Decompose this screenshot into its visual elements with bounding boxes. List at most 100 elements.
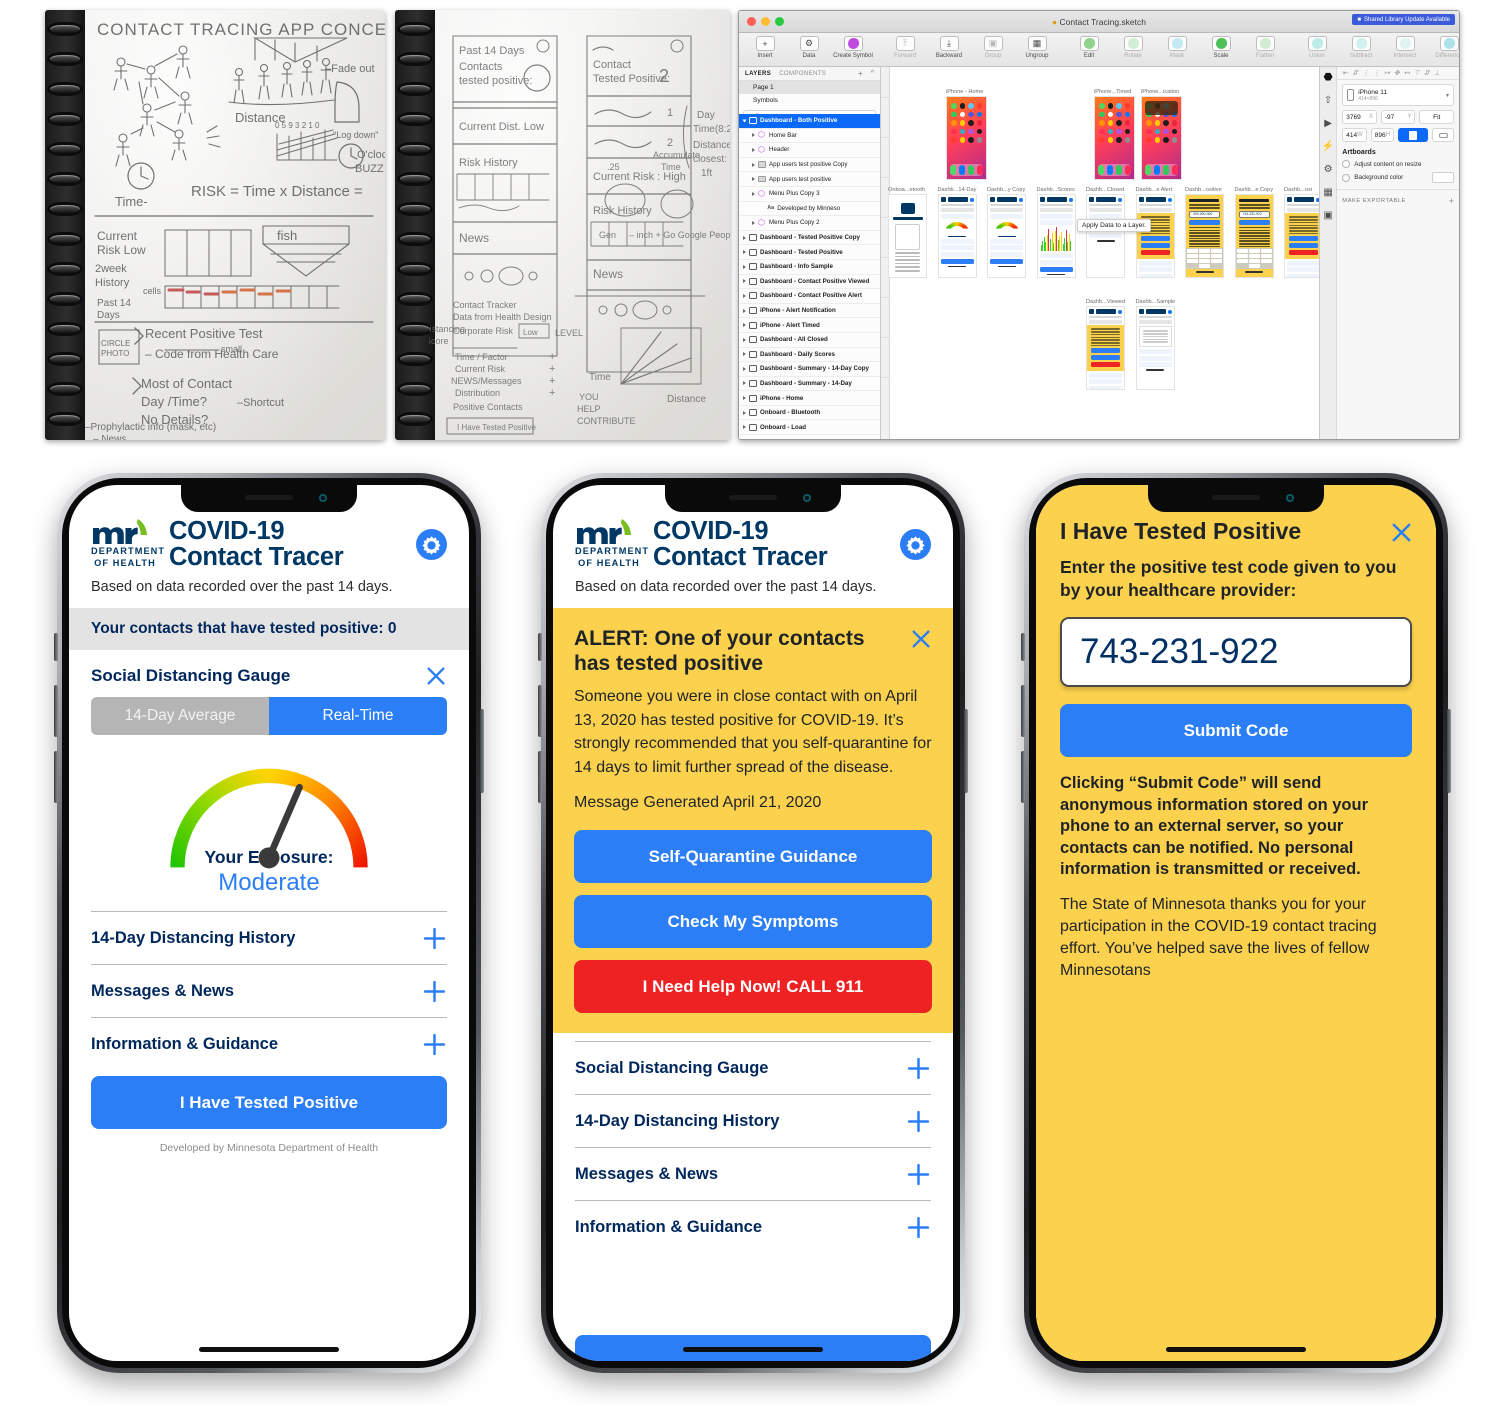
layer-row[interactable]: Onboard - Bluetooth xyxy=(739,406,880,421)
toolbar-button-rotate[interactable]: Rotate xyxy=(1111,35,1155,59)
page-item-page-1[interactable]: Page 1 xyxy=(739,81,880,94)
plus-icon[interactable] xyxy=(422,926,447,951)
disclosure-triangle[interactable] xyxy=(742,119,747,123)
disclosure-triangle[interactable] xyxy=(743,410,746,415)
prototype-icon[interactable]: ⚡ xyxy=(1322,140,1334,152)
accordion-row[interactable]: Information & Guidance xyxy=(575,1200,931,1253)
components-icon[interactable]: ⬣ xyxy=(1322,71,1334,83)
chevron-down-icon[interactable]: ▾ xyxy=(1446,92,1449,99)
artboard-label[interactable]: Dashb...Viewed xyxy=(1086,299,1125,305)
settings-icon[interactable]: ⚙ xyxy=(1322,163,1334,175)
artboard-label[interactable]: iPhone...ication xyxy=(1141,89,1182,95)
play-icon[interactable]: ▶ xyxy=(1322,117,1334,129)
mute-switch[interactable] xyxy=(538,633,542,661)
disclosure-triangle[interactable] xyxy=(743,279,746,284)
flip-icon[interactable]: ⇵ xyxy=(1424,69,1430,77)
artboard-closed[interactable] xyxy=(1086,194,1125,278)
disclosure-triangle[interactable] xyxy=(743,293,746,298)
height-field[interactable]: 896 H xyxy=(1370,128,1394,142)
test-code-input[interactable]: 743-231-922 xyxy=(1060,617,1412,687)
disclosure-triangle[interactable] xyxy=(752,177,755,182)
orientation-portrait-toggle[interactable] xyxy=(1398,128,1428,142)
home-indicator[interactable] xyxy=(683,1347,823,1352)
accordion-list[interactable]: 14-Day Distancing History Messages & News… xyxy=(91,911,447,1070)
toolbar-button-intersect[interactable]: Intersect xyxy=(1383,35,1427,59)
layers-panel[interactable]: LAYERS COMPONENTS + ^ Page 1 Symbols ⚲ S… xyxy=(739,67,881,439)
layers-panel-tabs[interactable]: LAYERS COMPONENTS + ^ xyxy=(739,67,880,81)
toolbar-button-difference[interactable]: Difference xyxy=(1427,35,1459,59)
artboard-both-positive[interactable] xyxy=(1284,194,1319,278)
segment-14-day-average[interactable]: 14-Day Average xyxy=(91,697,269,735)
toolbar-button-create-symbol[interactable]: Create Symbol xyxy=(831,35,875,59)
artboard-sample[interactable] xyxy=(1135,306,1175,390)
gauge-mode-segmented-control[interactable]: 14-Day Average Real-Time xyxy=(91,697,447,735)
volume-down-button[interactable] xyxy=(538,751,542,803)
toolbar-button-subtract[interactable]: Subtract xyxy=(1339,35,1383,59)
i-have-tested-positive-button[interactable]: I Have Tested Positive xyxy=(91,1076,447,1129)
layer-row[interactable]: Dashboard - Contact Positive Alert xyxy=(739,289,880,304)
layer-row[interactable]: ⬡ Menu Plus Copy 3 xyxy=(739,187,880,202)
volume-down-button[interactable] xyxy=(1021,751,1025,803)
close-icon[interactable] xyxy=(1390,521,1412,543)
mute-switch[interactable] xyxy=(1021,633,1025,661)
order-icon[interactable]: ⊥ xyxy=(1434,69,1440,77)
artboard-label[interactable]: Dashb...ositive xyxy=(1185,187,1224,193)
toolbar-button-insert[interactable]: + Insert xyxy=(743,35,787,59)
disclosure-triangle[interactable] xyxy=(752,220,755,225)
artboard-label[interactable]: Dashb...Sample xyxy=(1136,299,1176,305)
layer-row[interactable]: Dashboard - All Closed xyxy=(739,333,880,348)
accordion-row[interactable]: 14-Day Distancing History xyxy=(91,911,447,964)
symbols-icon[interactable]: ▦ xyxy=(1322,186,1334,198)
layer-row[interactable]: ⬡ Home Bar xyxy=(739,129,880,144)
align-left-icon[interactable]: ⇤ xyxy=(1342,69,1348,77)
artboard-ios-home[interactable] xyxy=(946,96,987,180)
plus-icon[interactable] xyxy=(906,1162,931,1187)
disclosure-triangle[interactable] xyxy=(743,264,746,269)
artboard-label[interactable]: Onboa...etooth xyxy=(888,187,927,193)
accordion-list[interactable]: Social Distancing Gauge 14-Day Distancing… xyxy=(575,1041,931,1253)
plus-icon[interactable] xyxy=(906,1215,931,1240)
volume-up-button[interactable] xyxy=(54,685,58,737)
volume-down-button[interactable] xyxy=(54,751,58,803)
mute-switch[interactable] xyxy=(54,633,58,661)
power-button[interactable] xyxy=(964,709,968,793)
artboard-ios-home[interactable] xyxy=(1094,96,1135,180)
align-tools[interactable]: ⇤ ⇵ ⋮ ⋮ ↦ ✥ ↤ ⊤ ⇵ ⊥ xyxy=(1337,67,1459,80)
accordion-row[interactable]: Social Distancing Gauge xyxy=(575,1041,931,1094)
toolbar-button-data[interactable]: ⚙ Data xyxy=(787,35,831,59)
make-exportable-row[interactable]: MAKE EXPORTABLE + xyxy=(1342,196,1454,206)
plus-icon[interactable]: + xyxy=(1449,196,1454,206)
background-color-checkbox[interactable]: Background color xyxy=(1342,172,1454,183)
artboard-label[interactable]: iPhone...Timed xyxy=(1094,89,1135,95)
accordion-row[interactable]: Messages & News xyxy=(575,1147,931,1200)
disclosure-triangle[interactable] xyxy=(743,235,746,240)
accordion-row[interactable]: 14-Day Distancing History xyxy=(575,1094,931,1147)
toolbar-button-ungroup[interactable]: ▦ Ungroup xyxy=(1015,35,1059,59)
artboard-preset-dropdown[interactable]: iPhone 11 414×896 ▾ xyxy=(1342,84,1454,106)
layer-row[interactable]: Dashboard - Tested Positive Copy xyxy=(739,231,880,246)
toolbar-button-mask[interactable]: Mask xyxy=(1155,35,1199,59)
disclosure-triangle[interactable] xyxy=(752,147,755,152)
artboard-alert[interactable] xyxy=(1135,194,1175,278)
artboard-label[interactable]: Dashb...Closed xyxy=(1086,187,1125,193)
alert-button-self-quarantine-guidance[interactable]: Self-Quarantine Guidance xyxy=(574,830,932,883)
toolbar-button-flatten[interactable]: Flatten xyxy=(1243,35,1287,59)
add-page-icon[interactable]: + xyxy=(858,69,863,78)
disclosure-triangle[interactable] xyxy=(743,352,746,357)
artboard-bars[interactable] xyxy=(1036,194,1076,278)
checkbox-box[interactable] xyxy=(1342,160,1351,168)
volume-up-button[interactable] xyxy=(538,685,542,737)
toolbar-button-edit[interactable]: Edit xyxy=(1067,35,1111,59)
shared-library-badge[interactable]: ■ Shared Library Update Available xyxy=(1352,14,1455,25)
background-color-swatch[interactable] xyxy=(1432,172,1454,183)
artboard-label[interactable]: Dashb...e Alert xyxy=(1136,187,1175,193)
disclosure-triangle[interactable] xyxy=(743,250,746,255)
plus-icon[interactable] xyxy=(422,1032,447,1057)
layer-row[interactable]: ⬡ Header xyxy=(739,143,880,158)
checkbox-box[interactable] xyxy=(1342,173,1351,182)
disclosure-triangle[interactable] xyxy=(743,323,746,328)
layer-row[interactable]: App users test positive xyxy=(739,172,880,187)
disclosure-triangle[interactable] xyxy=(743,381,746,386)
gear-icon[interactable] xyxy=(416,528,447,560)
alert-button-check-my-symptoms[interactable]: Check My Symptoms xyxy=(574,895,932,948)
